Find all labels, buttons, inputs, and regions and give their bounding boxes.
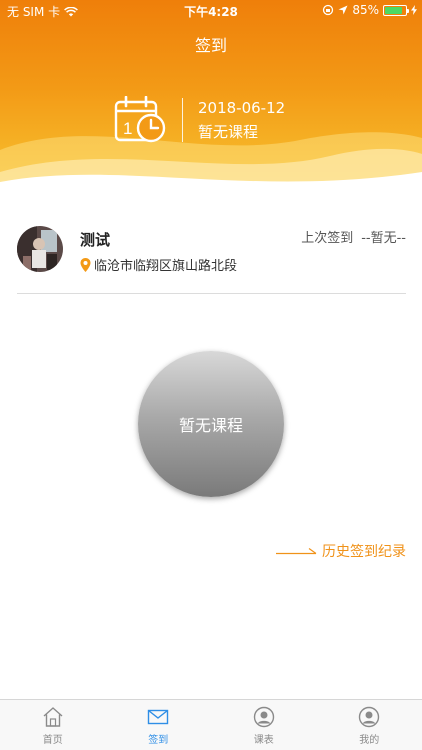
- charging-bolt-icon: [411, 5, 417, 15]
- last-sign-info: 上次签到 --暂无--: [301, 227, 406, 246]
- tab-sign-in-label: 签到: [148, 735, 169, 746]
- avatar[interactable]: [17, 226, 63, 272]
- arrow-line-icon: [276, 548, 317, 555]
- battery-fill: [385, 6, 402, 14]
- location-arrow-icon: [338, 5, 348, 15]
- user-info-row: 测试 临沧市临翔区旗山路北段 上次签到 --暂无--: [17, 224, 406, 280]
- current-date: 2018-06-12: [198, 98, 286, 117]
- home-icon: [43, 707, 63, 727]
- date-divider: [182, 98, 183, 142]
- header-banner: 无 SIM 卡 下午4:28 85% 签到 1 2018-06-12 暂无课程: [0, 0, 422, 196]
- orientation-lock-icon: [323, 4, 334, 16]
- tab-schedule[interactable]: 课表: [211, 700, 317, 750]
- date-info: 1 2018-06-12 暂无课程: [114, 96, 285, 144]
- last-sign-label: 上次签到: [301, 231, 354, 246]
- status-bar: 无 SIM 卡 下午4:28 85%: [0, 0, 422, 22]
- tab-schedule-label: 课表: [253, 735, 274, 746]
- date-text: 2018-06-12 暂无课程: [198, 98, 285, 143]
- history-link-label: 历史签到纪录: [322, 544, 406, 560]
- user-location: 临沧市临翔区旗山路北段: [80, 255, 237, 274]
- course-status: 暂无课程: [198, 122, 259, 141]
- user-circle-icon: [253, 706, 274, 728]
- tab-sign-in[interactable]: 签到: [106, 700, 212, 750]
- sign-in-button-label: 暂无课程: [178, 416, 243, 435]
- location-pin-icon: [80, 257, 91, 272]
- divider: [17, 293, 406, 294]
- location-text: 临沧市临翔区旗山路北段: [94, 259, 238, 274]
- battery-icon: [383, 4, 409, 16]
- tab-bar: 首页 签到 课表 我的: [0, 699, 422, 750]
- tab-mine[interactable]: 我的: [317, 700, 422, 750]
- calendar-clock-icon: 1: [114, 96, 166, 143]
- sign-in-button[interactable]: 暂无课程: [138, 351, 284, 497]
- user-name: 测试: [80, 231, 111, 249]
- tab-mine-label: 我的: [359, 735, 380, 746]
- battery-percent: 85%: [352, 3, 379, 17]
- status-right: 85%: [322, 3, 417, 17]
- user-circle-icon: [359, 706, 380, 728]
- history-sign-link[interactable]: 历史签到纪录: [276, 541, 406, 561]
- tab-home[interactable]: 首页: [0, 700, 106, 750]
- tab-home-label: 首页: [42, 735, 63, 746]
- last-sign-value: --暂无--: [361, 231, 406, 246]
- page-title: 签到: [194, 36, 227, 55]
- envelope-icon: [148, 709, 169, 725]
- avatar-photo: [17, 226, 63, 272]
- svg-text:1: 1: [123, 119, 132, 138]
